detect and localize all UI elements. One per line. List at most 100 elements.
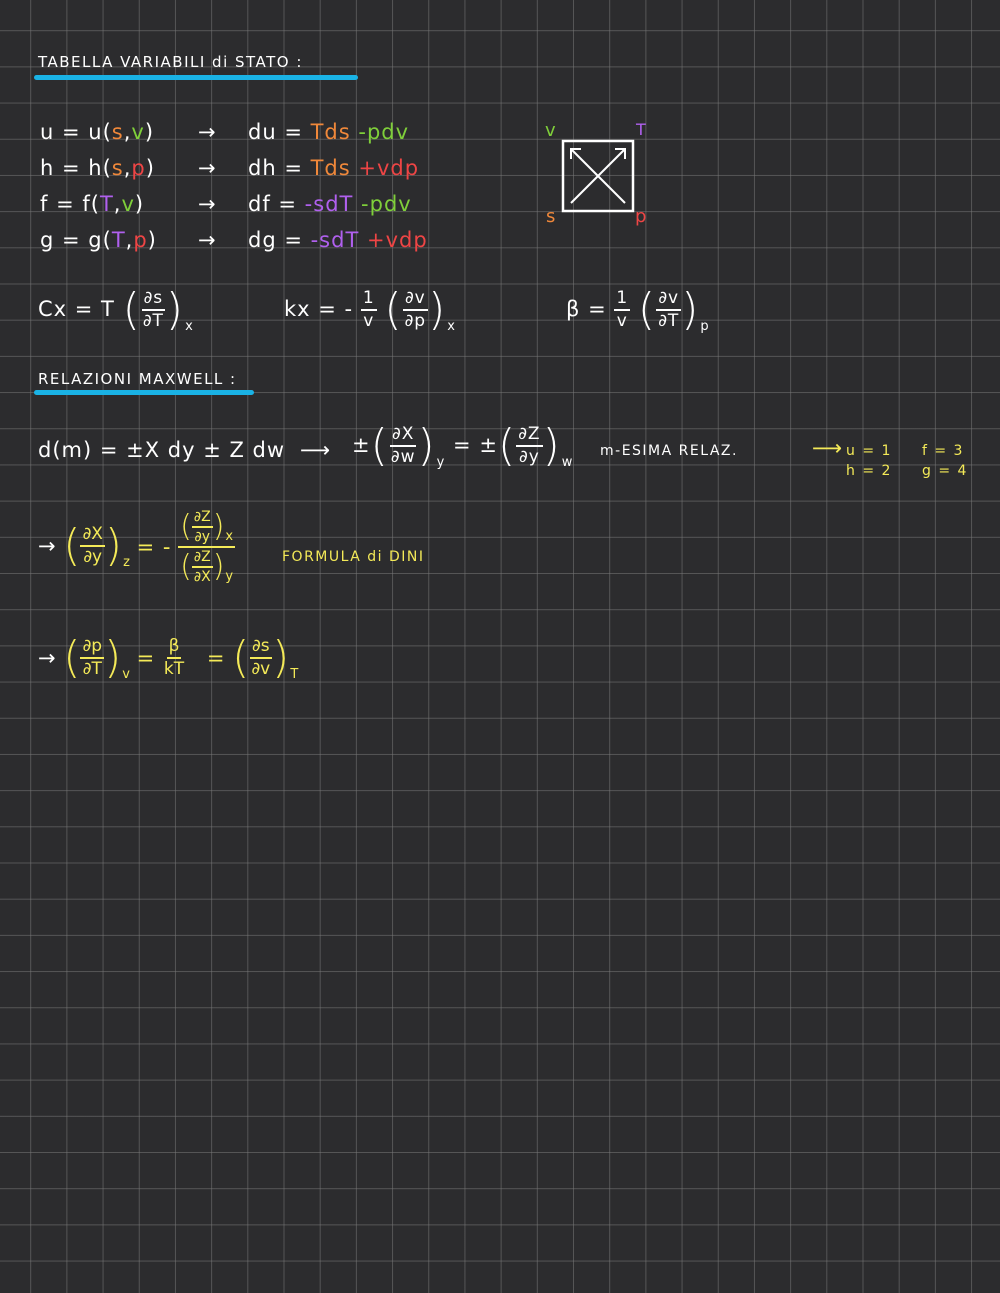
row-lhs: h = h( [40, 156, 112, 180]
equals-minus: = - [136, 535, 172, 559]
final-num-2: ∂s [249, 638, 272, 659]
term-1: -sdT [304, 192, 354, 216]
paren-open: ( [122, 284, 141, 335]
paren-close: ) [165, 284, 185, 335]
dini-label: FORMULA di DINI [282, 549, 425, 565]
derivative-2: ∂Z ∂y [516, 426, 543, 466]
specific-heat-formula: Cx = T (∂s ∂T)x [38, 288, 194, 335]
beta-num: β [166, 638, 182, 659]
dini-bot-sub: y [225, 568, 234, 584]
equals: = [206, 646, 226, 670]
differential-row-h: dh = Tds +vdp [248, 156, 419, 180]
compressibility-formula: kx = - 1v (∂v ∂p)x [284, 288, 456, 335]
cx-den: ∂T [142, 311, 164, 331]
paren-close: ) [272, 632, 290, 683]
deriv-2-sub: w [561, 455, 574, 470]
term-1: Tds [310, 156, 351, 180]
kx-sub: x [447, 319, 456, 334]
beta-derivative: ∂v ∂T [656, 290, 682, 330]
beta-prefactor-num: 1 [614, 290, 631, 311]
paren-close: ) [104, 632, 122, 683]
term-2: -pdv [353, 192, 412, 216]
paren-open: ( [232, 632, 250, 683]
square-label-top-right: T [636, 120, 647, 139]
paren-close: ) [417, 420, 436, 471]
dini-top-den: ∂y [194, 529, 211, 545]
final-derivative-2: ∂s ∂v [249, 638, 272, 678]
row-close: ) [145, 156, 155, 180]
dini-formula: → (∂X ∂y)z = - (∂Z ∂y)x (∂Z ∂X)y [38, 510, 236, 585]
differential-row-g: dg = -sdT +vdp [248, 228, 428, 252]
deriv-1-num: ∂X [389, 426, 417, 447]
kx-den: ∂p [404, 311, 427, 331]
paren-open: ( [384, 284, 403, 335]
paren-open: ( [63, 632, 81, 683]
paren-close: ) [104, 520, 123, 571]
paren-open: ( [63, 520, 81, 571]
row-close: ) [147, 228, 157, 252]
dini-bot-den: ∂X [193, 569, 211, 585]
beta-num: ∂v [656, 290, 682, 311]
row-lhs: f = f( [40, 192, 100, 216]
dini-top-sub: x [225, 528, 234, 544]
cx-derivative: ∂s ∂T [141, 290, 166, 330]
kx-lhs: kx = - [284, 297, 354, 321]
paren-close: ) [542, 420, 561, 471]
row-arg-2: p [133, 228, 148, 252]
term-2: -pdv [350, 120, 410, 144]
row-arg-1: T [111, 228, 126, 252]
final-sub-2: T [290, 667, 299, 682]
differential-lhs: dh = [248, 156, 311, 180]
dini-lhs-derivative: ∂X ∂y [80, 526, 105, 567]
square-diagram-icon [561, 139, 635, 213]
row-lhs: u = u( [40, 120, 112, 144]
square-label-bottom-left: s [546, 206, 557, 227]
title-underline [34, 75, 358, 80]
kx-num: ∂v [402, 290, 428, 311]
beta-lhs: β = [566, 297, 607, 321]
index-h: h = 2 [846, 463, 892, 479]
square-label-top-left: v [545, 120, 557, 141]
derivative-1: ∂X ∂w [389, 426, 418, 466]
paren-close: ) [428, 284, 447, 335]
row-arg-1: s [111, 156, 124, 180]
potential-row-u: u = u(s,v) [40, 120, 154, 144]
deriv-2-num: ∂Z [516, 426, 543, 447]
final-den-2: ∂v [251, 659, 271, 679]
dini-bot-num: ∂Z [191, 550, 213, 568]
term-1: Tds [310, 120, 351, 144]
dini-lhs-den: ∂y [83, 547, 103, 567]
differential-row-f: df = -sdT -pdv [248, 192, 412, 216]
square-label-bottom-right: p [635, 206, 648, 227]
index-g: g = 4 [922, 463, 968, 479]
beta-sub: p [700, 319, 710, 334]
row-lhs: g = g( [40, 228, 112, 252]
row-arg-2: v [121, 192, 135, 216]
paren-open: ( [637, 284, 657, 335]
differential-lhs: dg = [248, 228, 311, 252]
kx-prefactor: 1v [360, 290, 377, 330]
title-underline [34, 390, 254, 395]
plus-minus-1: ± [352, 433, 371, 457]
section-title-maxwell: RELAZIONI MAXWELL : [38, 370, 237, 388]
row-arg-1: T [99, 192, 114, 216]
expansion-coefficient-formula: β = 1v (∂v ∂T)p [566, 288, 710, 335]
cx-num: ∂s [141, 290, 166, 311]
arrow: → [38, 534, 57, 558]
arrow: → [198, 120, 217, 144]
m-esima-label: m-ESIMA RELAZ. [600, 443, 738, 459]
dini-lhs-num: ∂X [80, 526, 105, 547]
differential-row-u: du = Tds -pdv [248, 120, 409, 144]
row-arg-2: p [131, 156, 146, 180]
final-num: ∂p [80, 638, 105, 659]
paren-open: ( [497, 420, 517, 471]
maxwell-general-rhs: ±(∂X ∂w)y = ±(∂Z ∂y)w [352, 424, 574, 471]
deriv-1-sub: y [436, 455, 446, 470]
potential-row-g: g = g(T,p) [40, 228, 157, 252]
beta-over-kt: β kT [162, 638, 186, 678]
differential-lhs: df = [248, 192, 305, 216]
row-close: ) [134, 192, 145, 216]
final-sub: v [122, 667, 130, 682]
section-title-state-table: TABELLA VARIABILI di STATO : [38, 53, 303, 71]
dini-rhs-top: (∂Z ∂y)x [178, 510, 236, 548]
